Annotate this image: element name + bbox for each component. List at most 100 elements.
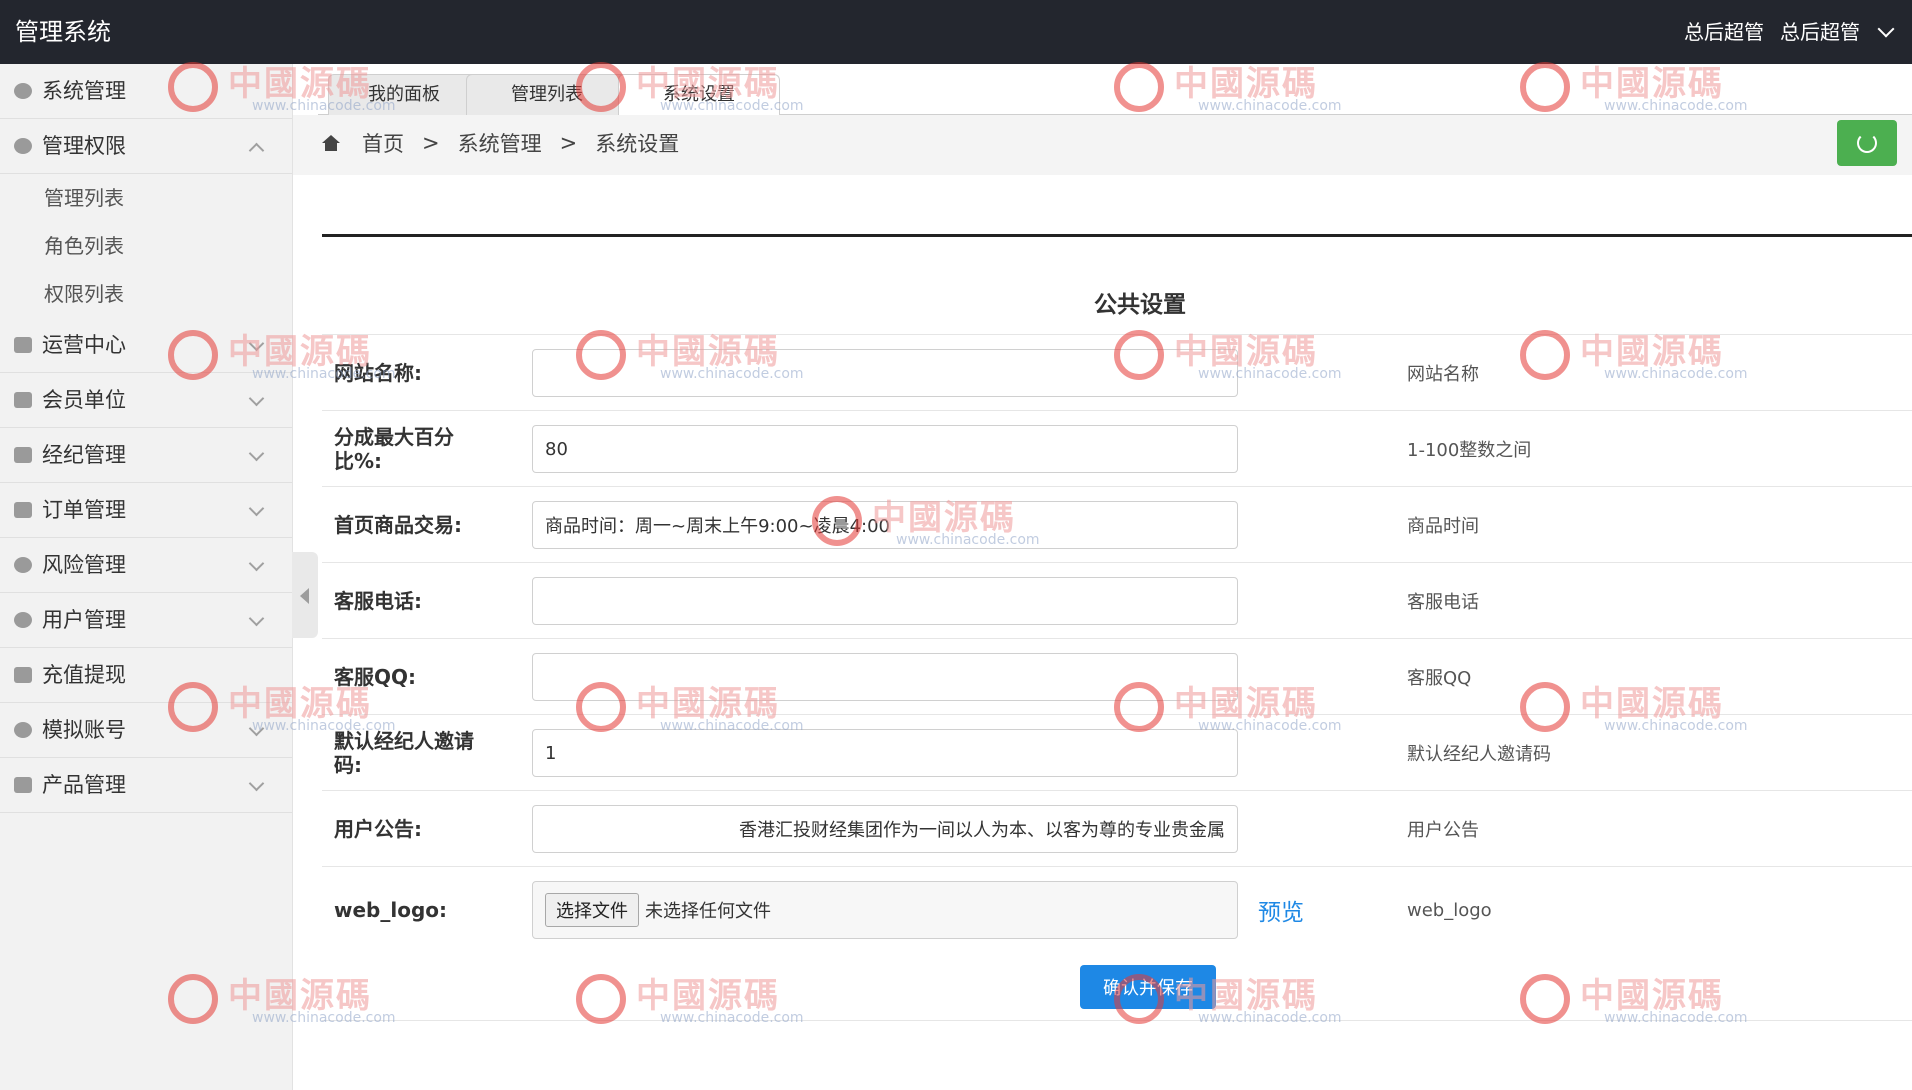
breadcrumb-separator: > bbox=[559, 131, 578, 155]
field-label: web_logo: bbox=[334, 898, 448, 922]
field-hint: 客服QQ bbox=[1407, 668, 1472, 689]
watermark: 中國源碼 www.chinacode.com bbox=[1520, 676, 1760, 746]
sidebar-item-label: 充值提现 bbox=[42, 663, 126, 687]
watermark-logo-icon bbox=[168, 682, 218, 732]
sidebar-subitem-permission-list[interactable]: 权限列表 bbox=[0, 270, 292, 318]
field-hint: 网站名称 bbox=[1407, 364, 1479, 385]
sidebar-collapse-handle[interactable] bbox=[292, 552, 318, 638]
watermark-logo-icon bbox=[1520, 682, 1570, 732]
chevron-down-icon[interactable] bbox=[248, 610, 265, 627]
field-hint: 客服电话 bbox=[1407, 592, 1479, 613]
choose-file-button[interactable]: 选择文件 bbox=[545, 893, 639, 927]
refresh-icon bbox=[1857, 133, 1877, 153]
watermark: 中國源碼 www.chinacode.com bbox=[1520, 56, 1760, 126]
watermark-logo-icon bbox=[168, 974, 218, 1024]
watermark-logo-icon bbox=[1114, 62, 1164, 112]
watermark: 中國源碼 www.chinacode.com bbox=[168, 324, 408, 394]
watermark: 中國源碼 www.chinacode.com bbox=[1520, 324, 1760, 394]
watermark-logo-icon bbox=[1520, 330, 1570, 380]
watermark-logo-icon bbox=[168, 62, 218, 112]
watermark: 中國源碼 www.chinacode.com bbox=[1520, 968, 1760, 1038]
watermark-logo-icon bbox=[576, 682, 626, 732]
watermark: 中國源碼 www.chinacode.com bbox=[812, 490, 1052, 560]
app-title: 管理系统 bbox=[15, 18, 111, 46]
breadcrumb-system[interactable]: 系统管理 bbox=[458, 128, 542, 158]
field-hint: 用户公告 bbox=[1407, 820, 1479, 841]
form-row-service-phone: 客服电话: 客服电话 bbox=[322, 562, 1912, 639]
sidebar-item-label: 模拟账号 bbox=[42, 718, 126, 742]
sidebar-subitem-role-list[interactable]: 角色列表 bbox=[0, 222, 292, 270]
breadcrumb: 首页 > 系统管理 > 系统设置 bbox=[322, 128, 679, 158]
bag-icon bbox=[14, 777, 32, 793]
chevron-down-icon[interactable] bbox=[248, 445, 265, 462]
chevron-down-icon[interactable] bbox=[248, 775, 265, 792]
user-icon bbox=[14, 612, 32, 628]
watermark-logo-icon bbox=[1114, 974, 1164, 1024]
form-row-trade-time: 首页商品交易: 商品时间 bbox=[322, 486, 1912, 563]
watermark: 中國源碼 www.chinacode.com bbox=[576, 56, 816, 126]
watermark: 中國源碼 www.chinacode.com bbox=[168, 56, 408, 126]
sidebar-subitem-admin-list[interactable]: 管理列表 bbox=[0, 174, 292, 222]
field-label: 分成最大百分比%: bbox=[334, 425, 454, 473]
watermark: 中國源碼 www.chinacode.com bbox=[1114, 56, 1354, 126]
sidebar-item-risk[interactable]: 风险管理 bbox=[0, 538, 292, 593]
sidebar-item-label: 系统管理 bbox=[42, 79, 126, 103]
form-row-web-logo: web_logo: 选择文件 未选择任何文件 预览 web_logo bbox=[322, 866, 1912, 953]
sidebar-item-products[interactable]: 产品管理 bbox=[0, 758, 292, 813]
watermark: 中國源碼 www.chinacode.com bbox=[576, 324, 816, 394]
refresh-button[interactable] bbox=[1837, 120, 1897, 166]
watermark-logo-icon bbox=[1520, 62, 1570, 112]
sidebar-item-brokers[interactable]: 经纪管理 bbox=[0, 428, 292, 483]
field-label: 用户公告: bbox=[334, 817, 422, 841]
field-label: 首页商品交易: bbox=[334, 513, 462, 537]
service-phone-input[interactable] bbox=[532, 577, 1238, 625]
announcement-input[interactable] bbox=[532, 805, 1238, 853]
sidebar-item-label: 产品管理 bbox=[42, 773, 126, 797]
chevron-down-icon[interactable] bbox=[1877, 20, 1895, 38]
user-icon bbox=[14, 138, 32, 154]
sidebar-item-label: 用户管理 bbox=[42, 608, 126, 632]
sidebar-item-label: 运营中心 bbox=[42, 333, 126, 357]
sidebar-item-label: 管理权限 bbox=[42, 134, 126, 158]
sidebar-item-permissions[interactable]: 管理权限 bbox=[0, 119, 292, 174]
sidebar-item-label: 订单管理 bbox=[42, 498, 126, 522]
watermark-logo-icon bbox=[1114, 330, 1164, 380]
watermark-logo-icon bbox=[576, 330, 626, 380]
watermark: 中國源碼 www.chinacode.com bbox=[168, 968, 408, 1038]
chevron-up-icon[interactable] bbox=[248, 142, 265, 159]
form-row-max-share: 分成最大百分比%: 1-100整数之间 bbox=[322, 410, 1912, 487]
user-menu-label[interactable]: 总后超管 bbox=[1780, 0, 1860, 64]
breadcrumb-home[interactable]: 首页 bbox=[362, 128, 404, 158]
field-hint: 商品时间 bbox=[1407, 516, 1479, 537]
watermark: 中國源碼 www.chinacode.com bbox=[168, 676, 408, 746]
sidebar: 系统管理 管理权限 管理列表 角色列表 权限列表 运营中心 会员单位 经纪管理 … bbox=[0, 64, 293, 1090]
risk-icon bbox=[14, 557, 32, 573]
user-name: 总后超管 bbox=[1684, 20, 1764, 44]
order-icon bbox=[14, 502, 32, 518]
file-status: 未选择任何文件 bbox=[645, 901, 771, 922]
order-icon bbox=[14, 667, 32, 683]
watermark: 中國源碼 www.chinacode.com bbox=[1114, 324, 1354, 394]
field-label: 客服电话: bbox=[334, 589, 422, 613]
top-header: 管理系统 总后超管 总后超管 bbox=[0, 0, 1912, 64]
sidebar-item-orders[interactable]: 订单管理 bbox=[0, 483, 292, 538]
chevron-down-icon[interactable] bbox=[248, 555, 265, 572]
watermark-logo-icon bbox=[576, 62, 626, 112]
watermark: 中國源碼 www.chinacode.com bbox=[1114, 968, 1354, 1038]
form-row-announcement: 用户公告: 用户公告 bbox=[322, 790, 1912, 867]
divider bbox=[322, 234, 1912, 237]
gear-icon bbox=[14, 83, 32, 99]
watermark-logo-icon bbox=[812, 496, 862, 546]
field-hint: 1-100整数之间 bbox=[1407, 440, 1532, 461]
sidebar-item-users[interactable]: 用户管理 bbox=[0, 593, 292, 648]
home-icon bbox=[322, 135, 340, 151]
watermark: 中國源碼 www.chinacode.com bbox=[576, 676, 816, 746]
preview-link[interactable]: 预览 bbox=[1258, 893, 1304, 927]
user-menu[interactable]: 总后超管 总后超管 bbox=[1684, 0, 1895, 64]
watermark-logo-icon bbox=[1520, 974, 1570, 1024]
logo-file-picker[interactable]: 选择文件 未选择任何文件 bbox=[532, 881, 1238, 939]
sidebar-item-label: 会员单位 bbox=[42, 388, 126, 412]
list-icon bbox=[14, 392, 32, 408]
chevron-down-icon[interactable] bbox=[248, 500, 265, 517]
max-share-input[interactable] bbox=[532, 425, 1238, 473]
